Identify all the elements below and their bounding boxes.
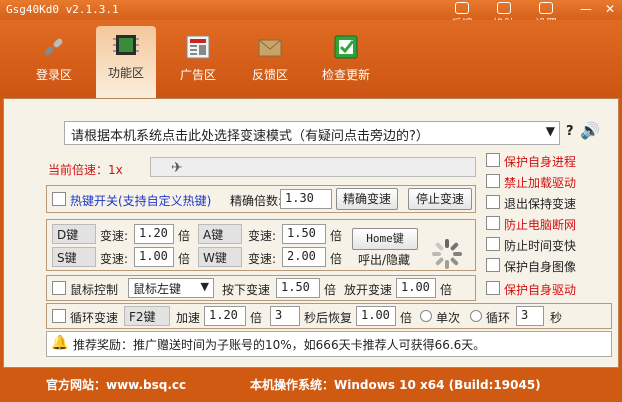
envelope-icon	[255, 32, 285, 62]
bell-icon: 🔔	[51, 335, 69, 351]
loop-radio[interactable]	[470, 310, 482, 322]
footer: 官方网站：www.bsq.cc 本机操作系统：Windows 10 x64 (B…	[0, 368, 622, 402]
precise-input[interactable]: 1.30	[280, 189, 332, 209]
nav-feedback[interactable]: 反馈区	[240, 28, 300, 98]
key-d: D键	[52, 224, 96, 244]
speed-slider[interactable]: ✈	[150, 157, 476, 177]
mode-select[interactable]: 请根据本机系统点击此处选择变速模式（有疑问点击旁边的?） ▼	[64, 121, 560, 145]
minimize-button[interactable]: —	[574, 0, 598, 18]
hotkey-checkbox[interactable]	[52, 192, 66, 206]
key-s: S键	[52, 247, 96, 267]
chevron-down-icon: ▼	[200, 280, 209, 293]
current-speed-label: 当前倍速：1x	[48, 163, 123, 177]
option-keep-speed: 退出保持变速	[504, 197, 577, 211]
gear-icon	[539, 2, 553, 14]
speaker-icon[interactable]: 🔊	[580, 121, 602, 141]
home-caption: 呼出/隐藏	[358, 253, 411, 267]
hotkey-label: 热键开关(支持自定义热键)	[70, 194, 212, 208]
close-button[interactable]: ✕	[598, 0, 622, 18]
loop-wait-input[interactable]: 3	[270, 306, 300, 326]
option-checkbox[interactable]	[486, 195, 500, 209]
option-protect-process: 保护自身进程	[504, 155, 577, 169]
shirt-icon	[497, 2, 511, 14]
option-no-disconnect: 防止电脑断网	[504, 218, 577, 232]
option-block-driver: 禁止加载驱动	[504, 176, 577, 190]
mouse-down-input[interactable]: 1.50	[276, 278, 320, 298]
stop-button[interactable]: 停止变速	[408, 188, 472, 210]
option-checkbox[interactable]	[486, 153, 500, 167]
single-radio[interactable]	[420, 310, 432, 322]
option-protect-image: 保护自身图像	[504, 260, 577, 274]
option-protect-driver: 保护自身驱动	[504, 283, 577, 297]
mouse-button-select[interactable]: 鼠标左键 ▼	[128, 278, 214, 298]
feedback-icon	[455, 2, 469, 14]
precise-label: 精确倍数:	[230, 194, 283, 208]
mouse-up-input[interactable]: 1.00	[396, 278, 436, 298]
mouse-checkbox[interactable]	[52, 281, 66, 295]
chain-link-icon	[39, 32, 69, 62]
option-checkbox[interactable]	[486, 216, 500, 230]
option-checkbox[interactable]	[486, 281, 500, 295]
key-a: A键	[198, 224, 242, 244]
loading-spinner-icon	[432, 239, 462, 269]
loop-checkbox[interactable]	[52, 309, 66, 323]
key-a-input[interactable]: 1.50	[282, 224, 326, 244]
function-panel: 请根据本机系统点击此处选择变速模式（有疑问点击旁边的?） ▼ ? 🔊 当前倍速：…	[3, 98, 619, 368]
loop-restore-input[interactable]: 1.00	[356, 306, 396, 326]
app-window: Gsg40Kd0 v2.1.3.1 反馈 换肤 设置 — ✕ 登录区	[0, 0, 622, 402]
option-checkbox[interactable]	[486, 237, 500, 251]
option-checkbox[interactable]	[486, 258, 500, 272]
option-time-fast: 防止时间变快	[504, 239, 577, 253]
key-w-input[interactable]: 2.00	[282, 247, 326, 267]
loop-count-input[interactable]: 3	[516, 306, 544, 326]
nav-functions[interactable]: 功能区	[96, 26, 156, 98]
home-key-button[interactable]: Home键	[352, 228, 418, 250]
website-link[interactable]: 官方网站：www.bsq.cc	[46, 376, 186, 393]
title-bar: Gsg40Kd0 v2.1.3.1 反馈 换肤 设置 — ✕	[0, 0, 622, 30]
key-d-input[interactable]: 1.20	[134, 224, 174, 244]
option-checkbox[interactable]	[486, 174, 500, 188]
nav-check-update[interactable]: 检查更新	[314, 28, 378, 98]
chip-icon	[111, 30, 141, 60]
os-info: 本机操作系统：Windows 10 x64 (Build:19045)	[250, 378, 541, 392]
key-s-input[interactable]: 1.00	[134, 247, 174, 267]
nav-login[interactable]: 登录区	[24, 28, 84, 98]
precise-button[interactable]: 精确变速	[336, 188, 398, 210]
key-w: W键	[198, 247, 242, 267]
nav-bar: 登录区 功能区 广告区 反馈区 检查更新	[0, 20, 622, 98]
check-update-icon	[331, 32, 361, 62]
loop-key: F2键	[124, 306, 170, 326]
nav-ads[interactable]: 广告区	[168, 28, 228, 98]
airplane-icon[interactable]: ✈	[171, 160, 183, 176]
loop-accel-input[interactable]: 1.20	[204, 306, 246, 326]
tip-bar: 🔔 推荐奖励：推广赠送时间为子账号的10%，如666天卡推荐人可获得66.6天。	[46, 331, 612, 357]
newspaper-icon	[183, 32, 213, 62]
chevron-down-icon: ▼	[545, 124, 555, 138]
app-title: Gsg40Kd0 v2.1.3.1	[6, 3, 119, 16]
help-question[interactable]: ?	[566, 124, 574, 139]
